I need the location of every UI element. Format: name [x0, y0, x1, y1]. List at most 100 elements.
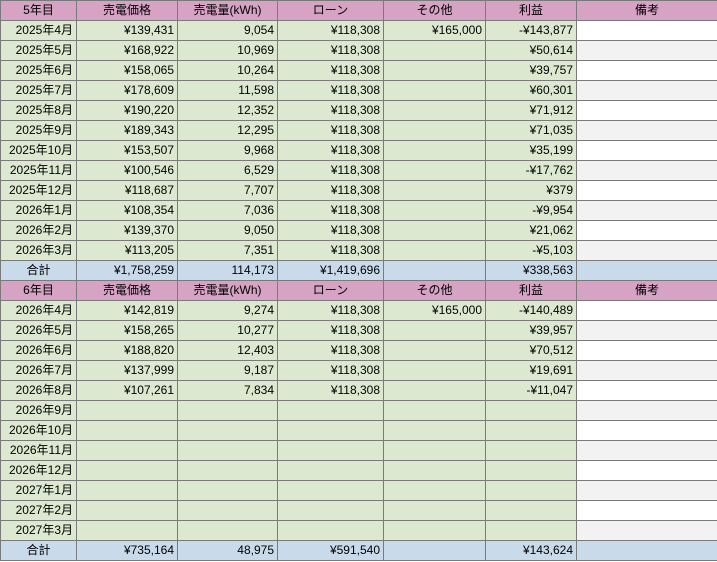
cell-sell-volume[interactable]: 10,969 — [177, 40, 278, 61]
header-cell-period[interactable]: 5年目 — [0, 0, 77, 21]
cell-profit[interactable] — [485, 400, 577, 421]
cell-note[interactable] — [576, 20, 717, 41]
cell-other[interactable] — [383, 180, 486, 201]
cell-other[interactable]: ¥165,000 — [383, 300, 486, 321]
cell-other[interactable] — [383, 60, 486, 81]
cell-other[interactable] — [383, 460, 486, 481]
cell-profit[interactable] — [485, 440, 577, 461]
cell-other[interactable] — [383, 160, 486, 181]
cell-sell-price[interactable]: ¥153,507 — [76, 140, 178, 161]
header-cell-other[interactable]: その他 — [383, 280, 486, 301]
cell-sell-volume[interactable] — [177, 420, 278, 441]
cell-sell-price[interactable]: ¥118,687 — [76, 180, 178, 201]
cell-sell-volume[interactable] — [177, 480, 278, 501]
header-cell-sell-price[interactable]: 売電価格 — [76, 0, 178, 21]
header-cell-note[interactable]: 備考 — [576, 280, 717, 301]
cell-other[interactable]: ¥165,000 — [383, 20, 486, 41]
cell-loan[interactable]: ¥118,308 — [277, 60, 384, 81]
cell-period[interactable]: 2026年3月 — [0, 240, 77, 261]
cell-period[interactable]: 2025年12月 — [0, 180, 77, 201]
cell-profit[interactable] — [485, 500, 577, 521]
cell-loan[interactable]: ¥118,308 — [277, 160, 384, 181]
total-cell-sell-volume[interactable]: 48,975 — [177, 540, 278, 561]
cell-other[interactable] — [383, 140, 486, 161]
cell-loan[interactable]: ¥118,308 — [277, 80, 384, 101]
cell-note[interactable] — [576, 180, 717, 201]
cell-note[interactable] — [576, 140, 717, 161]
total-cell-sell-price[interactable]: ¥1,758,259 — [76, 260, 178, 281]
cell-sell-volume[interactable]: 10,277 — [177, 320, 278, 341]
cell-note[interactable] — [576, 480, 717, 501]
total-cell-profit[interactable]: ¥143,624 — [485, 540, 577, 561]
cell-profit[interactable]: -¥17,762 — [485, 160, 577, 181]
cell-sell-price[interactable]: ¥188,820 — [76, 340, 178, 361]
cell-sell-price[interactable] — [76, 440, 178, 461]
cell-period[interactable]: 2026年8月 — [0, 380, 77, 401]
cell-profit[interactable]: -¥5,103 — [485, 240, 577, 261]
header-cell-period[interactable]: 6年目 — [0, 280, 77, 301]
cell-period[interactable]: 2026年2月 — [0, 220, 77, 241]
cell-sell-price[interactable] — [76, 420, 178, 441]
total-cell-note[interactable] — [576, 540, 717, 561]
cell-sell-volume[interactable] — [177, 520, 278, 541]
cell-period[interactable]: 2025年4月 — [0, 20, 77, 41]
header-cell-sell-price[interactable]: 売電価格 — [76, 280, 178, 301]
cell-note[interactable] — [576, 360, 717, 381]
cell-profit[interactable]: ¥39,957 — [485, 320, 577, 341]
cell-sell-price[interactable] — [76, 460, 178, 481]
cell-sell-price[interactable]: ¥137,999 — [76, 360, 178, 381]
cell-loan[interactable] — [277, 480, 384, 501]
cell-period[interactable]: 2025年8月 — [0, 100, 77, 121]
cell-loan[interactable]: ¥118,308 — [277, 20, 384, 41]
cell-profit[interactable]: -¥11,047 — [485, 380, 577, 401]
cell-sell-price[interactable]: ¥168,922 — [76, 40, 178, 61]
cell-sell-volume[interactable]: 6,529 — [177, 160, 278, 181]
cell-profit[interactable]: ¥70,512 — [485, 340, 577, 361]
cell-loan[interactable]: ¥118,308 — [277, 300, 384, 321]
cell-period[interactable]: 2026年4月 — [0, 300, 77, 321]
cell-sell-price[interactable]: ¥113,205 — [76, 240, 178, 261]
total-cell-period[interactable]: 合計 — [0, 540, 77, 561]
cell-note[interactable] — [576, 300, 717, 321]
cell-loan[interactable] — [277, 460, 384, 481]
cell-sell-volume[interactable] — [177, 400, 278, 421]
cell-loan[interactable]: ¥118,308 — [277, 380, 384, 401]
cell-other[interactable] — [383, 420, 486, 441]
cell-sell-volume[interactable]: 9,274 — [177, 300, 278, 321]
cell-loan[interactable]: ¥118,308 — [277, 320, 384, 341]
cell-note[interactable] — [576, 160, 717, 181]
cell-period[interactable]: 2025年11月 — [0, 160, 77, 181]
cell-note[interactable] — [576, 120, 717, 141]
cell-sell-volume[interactable] — [177, 500, 278, 521]
cell-profit[interactable]: -¥143,877 — [485, 20, 577, 41]
cell-other[interactable] — [383, 340, 486, 361]
cell-sell-price[interactable] — [76, 520, 178, 541]
cell-sell-volume[interactable]: 9,968 — [177, 140, 278, 161]
cell-period[interactable]: 2026年7月 — [0, 360, 77, 381]
cell-other[interactable] — [383, 440, 486, 461]
cell-other[interactable] — [383, 200, 486, 221]
cell-note[interactable] — [576, 420, 717, 441]
cell-other[interactable] — [383, 520, 486, 541]
cell-loan[interactable]: ¥118,308 — [277, 40, 384, 61]
cell-note[interactable] — [576, 40, 717, 61]
cell-other[interactable] — [383, 380, 486, 401]
cell-sell-volume[interactable]: 7,036 — [177, 200, 278, 221]
header-cell-loan[interactable]: ローン — [277, 280, 384, 301]
cell-profit[interactable]: ¥21,062 — [485, 220, 577, 241]
cell-sell-volume[interactable]: 11,598 — [177, 80, 278, 101]
cell-note[interactable] — [576, 60, 717, 81]
cell-loan[interactable]: ¥118,308 — [277, 140, 384, 161]
header-cell-other[interactable]: その他 — [383, 0, 486, 21]
cell-period[interactable]: 2027年3月 — [0, 520, 77, 541]
cell-sell-price[interactable]: ¥139,431 — [76, 20, 178, 41]
cell-other[interactable] — [383, 320, 486, 341]
total-cell-other[interactable] — [383, 260, 486, 281]
cell-sell-volume[interactable]: 9,187 — [177, 360, 278, 381]
cell-period[interactable]: 2027年2月 — [0, 500, 77, 521]
cell-sell-volume[interactable]: 7,351 — [177, 240, 278, 261]
header-cell-sell-volume[interactable]: 売電量(kWh) — [177, 280, 278, 301]
cell-period[interactable]: 2026年6月 — [0, 340, 77, 361]
cell-sell-price[interactable]: ¥107,261 — [76, 380, 178, 401]
total-cell-other[interactable] — [383, 540, 486, 561]
